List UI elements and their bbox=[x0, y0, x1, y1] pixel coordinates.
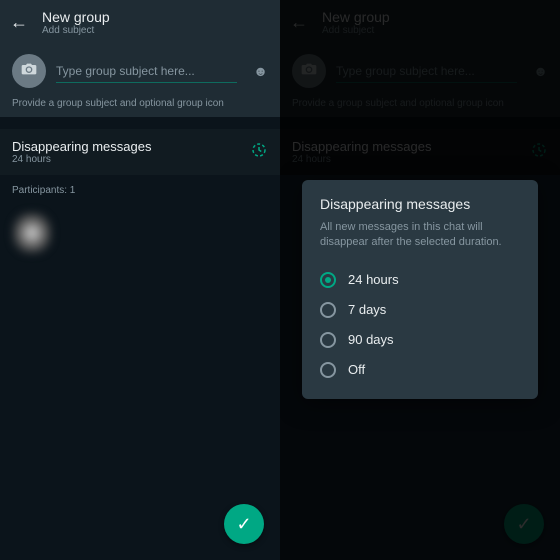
dm-option-label: 90 days bbox=[348, 332, 394, 347]
group-icon-picker[interactable] bbox=[12, 54, 46, 88]
confirm-fab[interactable]: ✓ bbox=[224, 504, 264, 544]
dm-option-7-days[interactable]: 7 days bbox=[320, 295, 520, 325]
dm-option-label: Off bbox=[348, 362, 365, 377]
participants-label: Participants: 1 bbox=[0, 175, 280, 206]
participant-avatar[interactable] bbox=[12, 212, 52, 254]
dm-value: 24 hours bbox=[12, 154, 151, 165]
radio-icon bbox=[320, 302, 336, 318]
check-icon: ✓ bbox=[236, 514, 251, 535]
dm-option-90-days[interactable]: 90 days bbox=[320, 325, 520, 355]
dm-title: Disappearing messages bbox=[12, 139, 151, 154]
dialog-description: All new messages in this chat will disap… bbox=[320, 220, 520, 251]
dialog-title: Disappearing messages bbox=[320, 196, 520, 212]
dm-option-off[interactable]: Off bbox=[320, 355, 520, 385]
timer-icon bbox=[250, 141, 268, 164]
dm-option-label: 24 hours bbox=[348, 272, 399, 287]
subject-section: ☻ Provide a group subject and optional g… bbox=[0, 44, 280, 117]
header-title: New group bbox=[42, 9, 110, 25]
header-subtitle: Add subject bbox=[42, 25, 110, 36]
dm-option-label: 7 days bbox=[348, 302, 386, 317]
disappearing-messages-dialog: Disappearing messages All new messages i… bbox=[302, 180, 538, 399]
camera-icon bbox=[21, 62, 37, 81]
disappearing-messages-row[interactable]: Disappearing messages 24 hours bbox=[0, 129, 280, 175]
emoji-icon[interactable]: ☻ bbox=[253, 63, 268, 79]
radio-icon bbox=[320, 332, 336, 348]
app-header: ← New group Add subject bbox=[0, 0, 280, 44]
group-subject-input[interactable] bbox=[56, 60, 237, 83]
dm-option-24-hours[interactable]: 24 hours bbox=[320, 265, 520, 295]
radio-icon bbox=[320, 272, 336, 288]
subject-hint: Provide a group subject and optional gro… bbox=[12, 98, 268, 109]
back-icon[interactable]: ← bbox=[10, 12, 28, 33]
radio-icon bbox=[320, 362, 336, 378]
